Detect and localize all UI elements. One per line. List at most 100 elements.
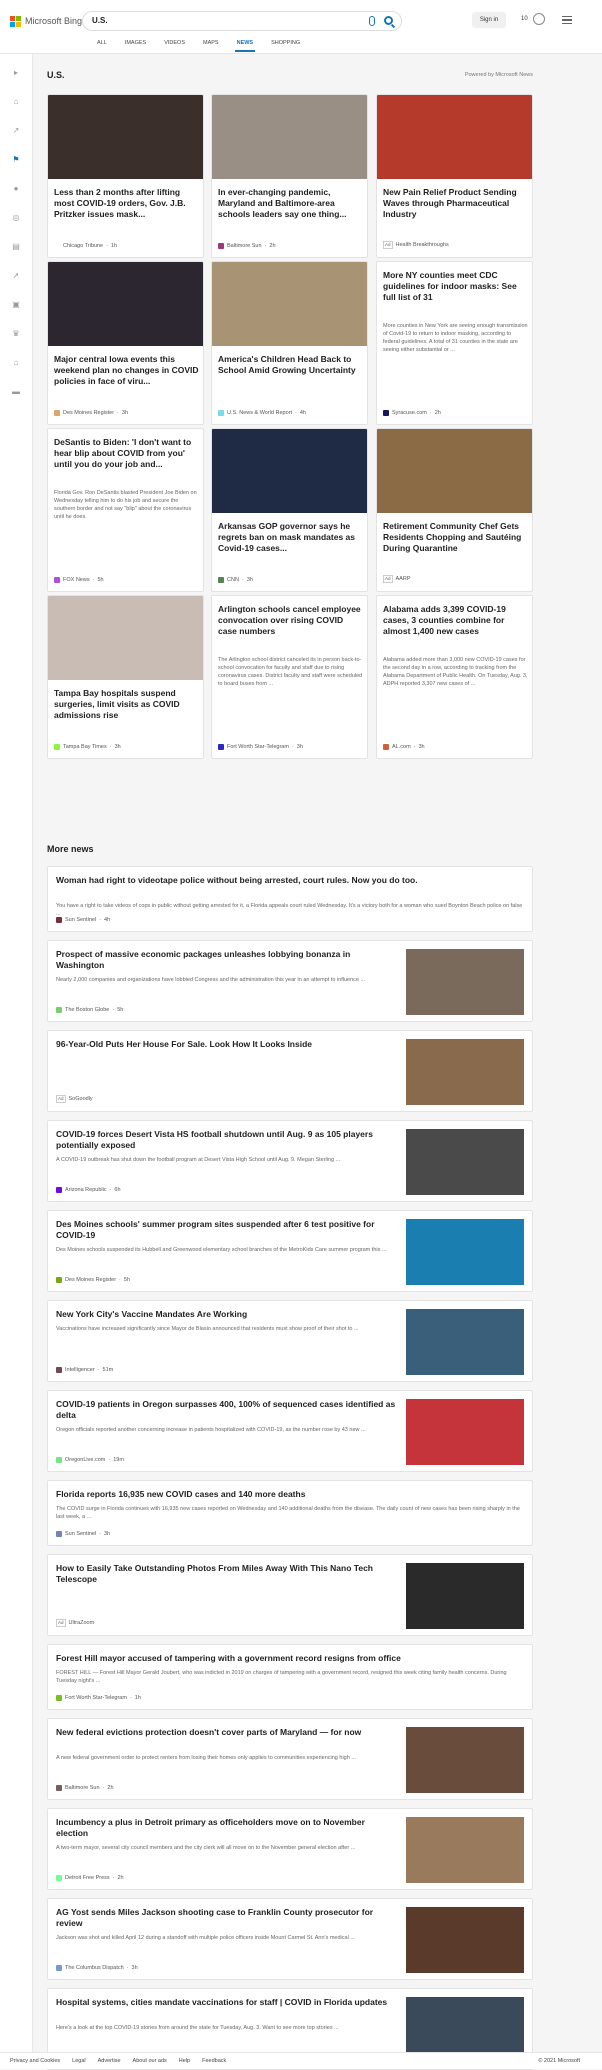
news-item-source[interactable]: Sun Sentinel · 3h bbox=[56, 1531, 110, 1537]
news-item-source[interactable]: The Boston Globe · 5h bbox=[56, 1007, 123, 1013]
footer-link[interactable]: Feedback bbox=[202, 2058, 226, 2064]
news-item-source[interactable]: Fort Worth Star-Telegram · 1h bbox=[56, 1695, 141, 1701]
footer-link[interactable]: Legal bbox=[72, 2058, 85, 2064]
news-item-thumbnail[interactable] bbox=[406, 1219, 524, 1285]
news-item-source[interactable]: OregonLive.com · 19m bbox=[56, 1457, 124, 1463]
news-item-source[interactable]: The Columbus Dispatch · 3h bbox=[56, 1965, 138, 1971]
location-pin-icon[interactable]: ● bbox=[11, 184, 21, 194]
news-card-image[interactable] bbox=[48, 95, 203, 179]
news-item-thumbnail[interactable] bbox=[406, 1563, 524, 1629]
news-item-source[interactable]: Baltimore Sun · 2h bbox=[56, 1785, 114, 1791]
news-card-image[interactable] bbox=[48, 596, 203, 680]
news-card[interactable]: Alabama adds 3,399 COVID-19 cases, 3 cou… bbox=[376, 595, 533, 759]
news-card-title[interactable]: Less than 2 months after lifting most CO… bbox=[54, 187, 199, 220]
news-item-title[interactable]: New federal evictions protection doesn't… bbox=[56, 1727, 396, 1738]
news-item-title[interactable]: Florida reports 16,935 new COVID cases a… bbox=[56, 1489, 526, 1500]
news-card-title[interactable]: Arlington schools cancel employee convoc… bbox=[218, 604, 363, 637]
source-name[interactable]: Syracuse.com bbox=[392, 410, 427, 416]
source-name[interactable]: Intelligencer bbox=[65, 1367, 95, 1373]
news-list-item[interactable]: Forest Hill mayor accused of tampering w… bbox=[47, 1644, 533, 1710]
source-name[interactable]: Baltimore Sun bbox=[227, 243, 262, 249]
footer-link[interactable]: Help bbox=[179, 2058, 190, 2064]
news-list-item[interactable]: New York City's Vaccine Mandates Are Wor… bbox=[47, 1300, 533, 1382]
news-list-item[interactable]: AG Yost sends Miles Jackson shooting cas… bbox=[47, 1898, 533, 1980]
microphone-icon[interactable] bbox=[369, 16, 375, 26]
news-list-item[interactable]: 96-Year-Old Puts Her House For Sale. Loo… bbox=[47, 1030, 533, 1112]
news-card-title[interactable]: Arkansas GOP governor says he regrets ba… bbox=[218, 521, 363, 554]
news-card-image[interactable] bbox=[377, 95, 532, 179]
bank-icon[interactable]: ⌂ bbox=[11, 358, 21, 368]
news-list-item[interactable]: Prospect of massive economic packages un… bbox=[47, 940, 533, 1022]
news-item-title[interactable]: 96-Year-Old Puts Her House For Sale. Loo… bbox=[56, 1039, 396, 1050]
footer-link[interactable]: Advertise bbox=[98, 2058, 121, 2064]
chart-icon[interactable]: ▤ bbox=[11, 242, 21, 252]
trophy-icon[interactable]: ♛ bbox=[11, 329, 21, 339]
news-list-item[interactable]: Florida reports 16,935 new COVID cases a… bbox=[47, 1480, 533, 1546]
news-card-source[interactable]: CNN · 3h bbox=[218, 577, 253, 583]
tab-all[interactable]: ALL bbox=[88, 40, 116, 54]
news-card-image[interactable] bbox=[48, 262, 203, 346]
news-item-title[interactable]: Hospital systems, cities mandate vaccina… bbox=[56, 1997, 396, 2008]
news-card-title[interactable]: In ever-changing pandemic, Maryland and … bbox=[218, 187, 363, 220]
news-card-source[interactable]: Syracuse.com · 2h bbox=[383, 410, 441, 416]
rewards-trophy-icon[interactable] bbox=[533, 13, 545, 25]
news-card[interactable]: Arkansas GOP governor says he regrets ba… bbox=[211, 428, 368, 592]
footer-link[interactable]: Privacy and Cookies bbox=[10, 2058, 60, 2064]
news-list-item[interactable]: COVID-19 patients in Oregon surpasses 40… bbox=[47, 1390, 533, 1472]
news-card-title[interactable]: Retirement Community Chef Gets Residents… bbox=[383, 521, 528, 554]
news-item-title[interactable]: Forest Hill mayor accused of tampering w… bbox=[56, 1653, 526, 1664]
news-item-thumbnail[interactable] bbox=[406, 949, 524, 1015]
news-item-source[interactable]: Detroit Free Press · 2h bbox=[56, 1875, 124, 1881]
news-card[interactable]: In ever-changing pandemic, Maryland and … bbox=[211, 94, 368, 258]
news-item-thumbnail[interactable] bbox=[406, 1817, 524, 1883]
news-card-image[interactable] bbox=[212, 262, 367, 346]
news-card-source[interactable]: Des Moines Register · 3h bbox=[54, 410, 128, 416]
news-card-source[interactable]: Tampa Bay Times · 3h bbox=[54, 744, 121, 750]
news-item-title[interactable]: COVID-19 patients in Oregon surpasses 40… bbox=[56, 1399, 396, 1421]
source-name[interactable]: Detroit Free Press bbox=[65, 1875, 110, 1881]
news-card-image[interactable] bbox=[377, 429, 532, 513]
news-item-thumbnail[interactable] bbox=[406, 1309, 524, 1375]
news-list-item[interactable]: Woman had right to videotape police with… bbox=[47, 866, 533, 932]
news-list-item[interactable]: Incumbency a plus in Detroit primary as … bbox=[47, 1808, 533, 1890]
hamburger-menu-icon[interactable] bbox=[562, 16, 572, 24]
source-name[interactable]: Baltimore Sun bbox=[65, 1785, 100, 1791]
rocket-icon[interactable]: ➚ bbox=[11, 271, 21, 281]
news-card-title[interactable]: Major central Iowa events this weekend p… bbox=[54, 354, 199, 387]
news-card-title[interactable]: Alabama adds 3,399 COVID-19 cases, 3 cou… bbox=[383, 604, 528, 637]
source-name[interactable]: U.S. News & World Report bbox=[227, 410, 292, 416]
news-card-title[interactable]: America's Children Head Back to School A… bbox=[218, 354, 363, 376]
news-card[interactable]: Retirement Community Chef Gets Residents… bbox=[376, 428, 533, 592]
news-item-title[interactable]: New York City's Vaccine Mandates Are Wor… bbox=[56, 1309, 396, 1320]
news-list-item[interactable]: COVID-19 forces Desert Vista HS football… bbox=[47, 1120, 533, 1202]
news-card[interactable]: More NY counties meet CDC guidelines for… bbox=[376, 261, 533, 425]
news-item-source[interactable]: Sun Sentinel · 4h bbox=[56, 917, 110, 923]
source-name[interactable]: AL.com bbox=[392, 744, 411, 750]
source-name[interactable]: Tampa Bay Times bbox=[63, 744, 107, 750]
news-item-thumbnail[interactable] bbox=[406, 1727, 524, 1793]
bing-logo[interactable]: Microsoft Bing bbox=[10, 14, 82, 28]
news-card-source[interactable]: AL.com · 3h bbox=[383, 744, 425, 750]
news-list-item[interactable]: Des Moines schools' summer program sites… bbox=[47, 1210, 533, 1292]
film-icon[interactable]: ▣ bbox=[11, 300, 21, 310]
source-name[interactable]: Chicago Tribune bbox=[63, 243, 103, 249]
tab-news[interactable]: NEWS bbox=[228, 40, 263, 54]
news-card[interactable]: Less than 2 months after lifting most CO… bbox=[47, 94, 204, 258]
source-name[interactable]: OregonLive.com bbox=[65, 1457, 105, 1463]
news-item-thumbnail[interactable] bbox=[406, 1399, 524, 1465]
tab-maps[interactable]: MAPS bbox=[194, 40, 228, 54]
source-name[interactable]: The Boston Globe bbox=[65, 1007, 109, 1013]
news-card[interactable]: DeSantis to Biden: 'I don't want to hear… bbox=[47, 428, 204, 592]
search-icon[interactable] bbox=[384, 16, 393, 25]
source-name[interactable]: Arizona Republic bbox=[65, 1187, 107, 1193]
powered-by[interactable]: Powered by Microsoft News bbox=[465, 72, 533, 78]
news-card[interactable]: Tampa Bay hospitals suspend surgeries, l… bbox=[47, 595, 204, 759]
source-name[interactable]: Fort Worth Star-Telegram bbox=[227, 744, 289, 750]
news-card-title[interactable]: New Pain Relief Product Sending Waves th… bbox=[383, 187, 528, 220]
source-name[interactable]: Des Moines Register bbox=[63, 410, 114, 416]
source-name[interactable]: Health Breakthroughs bbox=[396, 242, 449, 248]
news-item-title[interactable]: COVID-19 forces Desert Vista HS football… bbox=[56, 1129, 396, 1151]
news-card-title[interactable]: DeSantis to Biden: 'I don't want to hear… bbox=[54, 437, 199, 470]
news-item-thumbnail[interactable] bbox=[406, 1039, 524, 1105]
news-item-source[interactable]: Ad UltraZoom bbox=[56, 1619, 94, 1627]
